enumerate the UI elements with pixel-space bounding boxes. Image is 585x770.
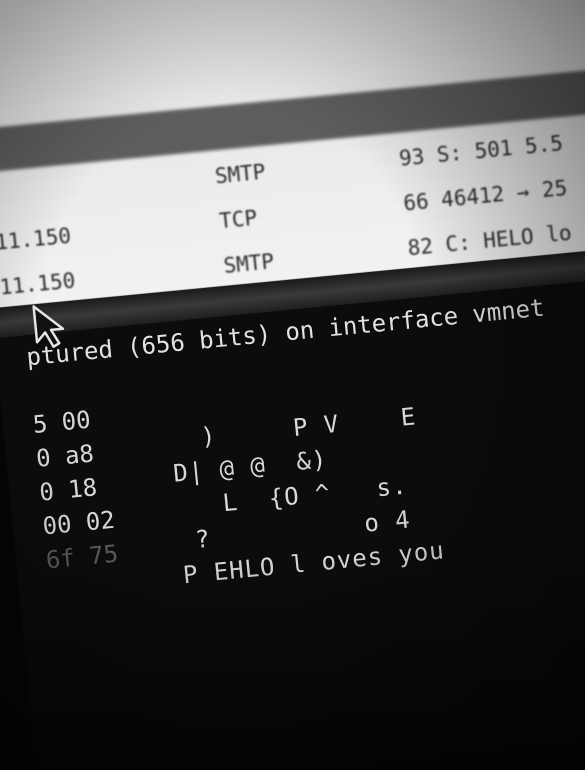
packet-info: 93 S: 501 5.5	[398, 131, 564, 171]
wireshark-window: SMTP 93 S: 501 5.5 11.150 TCP 66 46412 →…	[0, 0, 585, 770]
packet-bytes-pane[interactable]: ptured (656 bits) on interface vmnet 5 0…	[0, 269, 585, 770]
photo-of-screen: SMTP 93 S: 501 5.5 11.150 TCP 66 46412 →…	[0, 0, 585, 770]
packet-source: 11.150	[0, 223, 73, 255]
hex-bytes: 6f 75	[44, 539, 120, 575]
arrow-cursor-icon	[32, 305, 65, 348]
ascii-bytes: ) P V E	[168, 402, 418, 454]
packet-info: 66 46412 → 25	[402, 175, 569, 216]
packet-source: 11.150	[0, 268, 77, 300]
packet-protocol: SMTP	[213, 159, 267, 189]
packet-protocol: TCP	[218, 205, 259, 234]
packet-protocol: SMTP	[222, 249, 276, 278]
